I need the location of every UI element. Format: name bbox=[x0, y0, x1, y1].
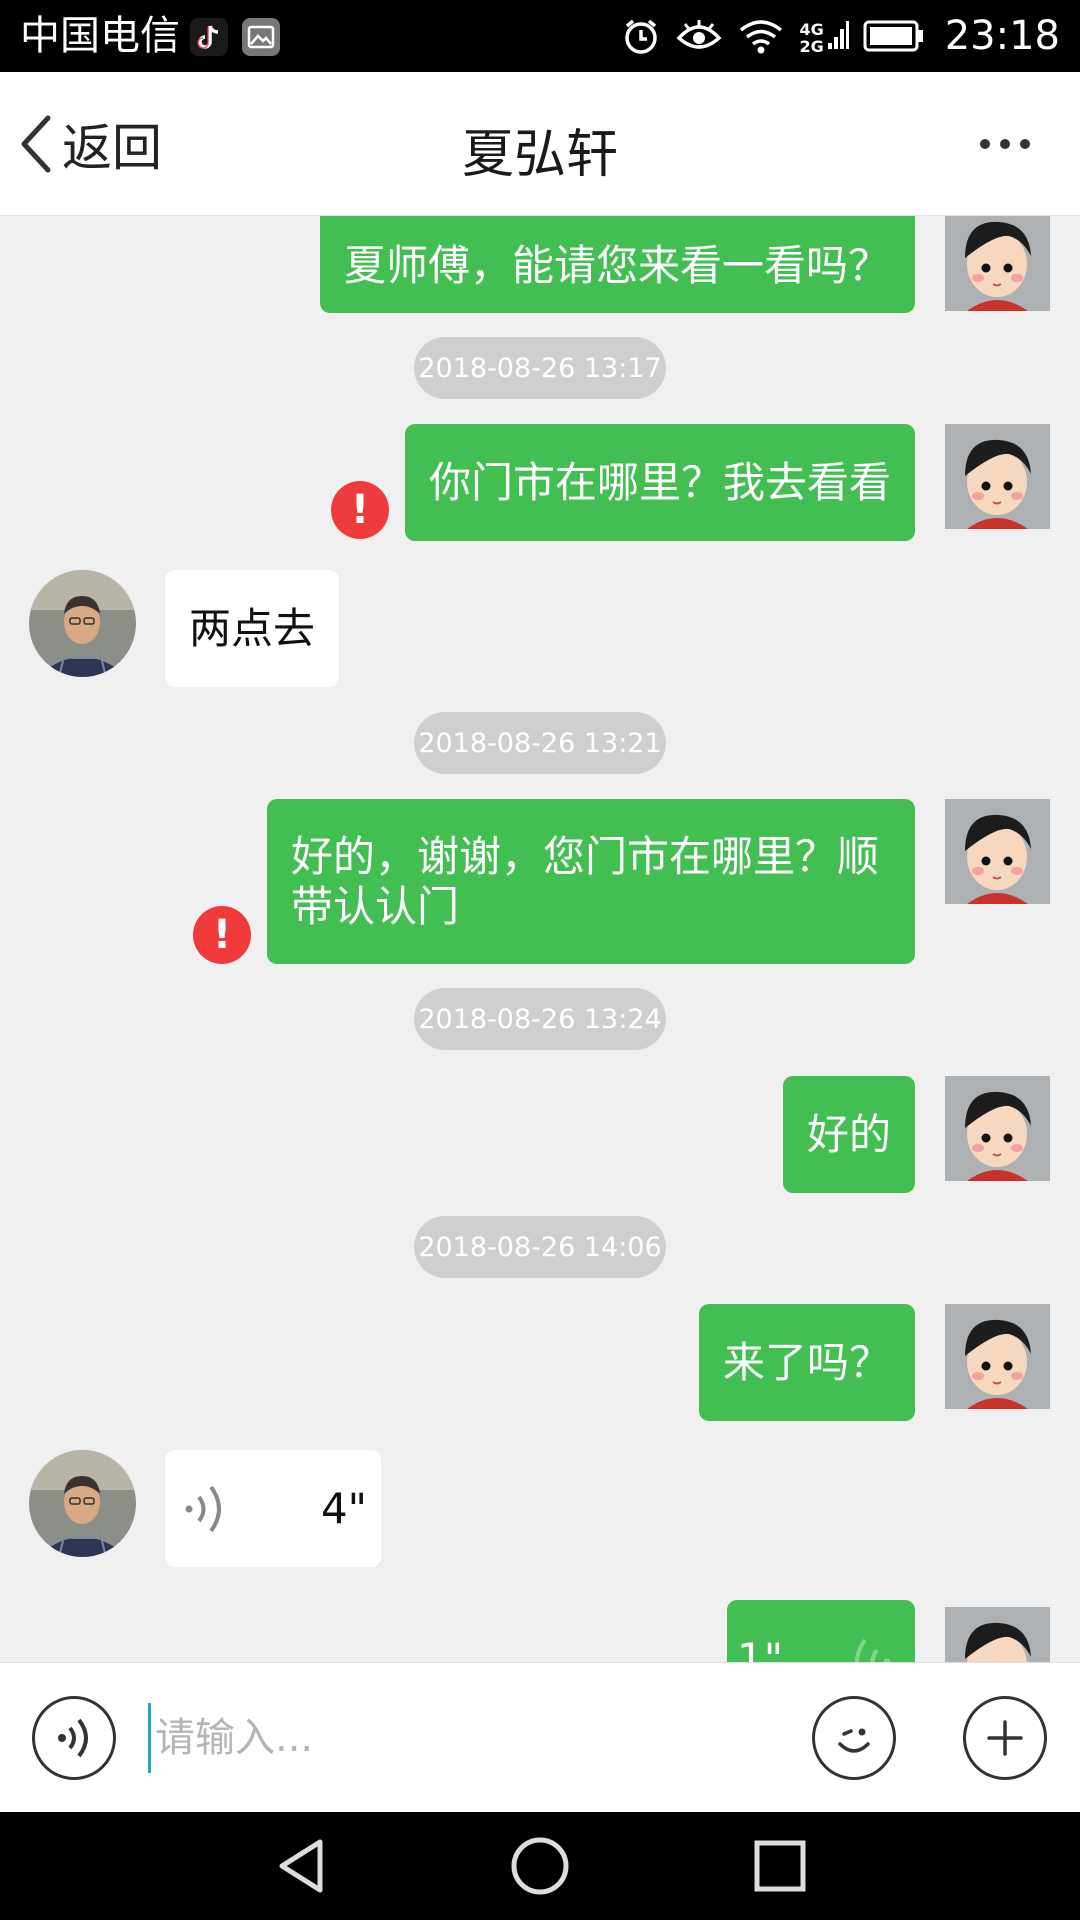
cartoon-avatar-image bbox=[945, 1076, 1050, 1181]
contact-photo-image bbox=[29, 570, 136, 677]
message-text: 你门市在哪里？我去看看 bbox=[429, 457, 892, 507]
message-text: 好的，谢谢，您门市在哪里？顺带认认门 bbox=[291, 831, 880, 931]
outgoing-message[interactable]: 夏师傅，能请您来看一看吗？ bbox=[320, 216, 915, 313]
cartoon-avatar-image bbox=[945, 1304, 1050, 1409]
timestamp: 2018-08-26 13:21 bbox=[414, 712, 666, 774]
voice-duration: 4" bbox=[320, 1483, 367, 1533]
self-avatar[interactable] bbox=[945, 1304, 1050, 1409]
message-input[interactable] bbox=[148, 1703, 788, 1773]
gallery-notification-icon bbox=[242, 18, 280, 56]
contact-photo-image bbox=[29, 1450, 136, 1557]
network-type: 4G 2G bbox=[799, 17, 849, 56]
alarm-icon bbox=[625, 19, 658, 54]
contact-avatar[interactable] bbox=[29, 570, 136, 677]
home-nav-icon bbox=[511, 1837, 569, 1895]
self-avatar[interactable] bbox=[945, 424, 1050, 529]
outgoing-message[interactable]: 你门市在哪里？我去看看 bbox=[405, 424, 915, 541]
voice-duration: 1" bbox=[737, 1634, 784, 1662]
error-mark: ! bbox=[350, 487, 370, 533]
clock: 23:18 bbox=[944, 13, 1060, 59]
carrier-label: 中国电信 bbox=[20, 13, 180, 59]
contact-avatar[interactable] bbox=[29, 1450, 136, 1557]
outgoing-message[interactable]: 来了吗？ bbox=[699, 1304, 915, 1421]
message-text: 夏师傅，能请您来看一看吗？ bbox=[344, 240, 891, 290]
cartoon-avatar-image bbox=[945, 424, 1050, 529]
recents-nav-icon bbox=[754, 1840, 806, 1892]
more-button[interactable] bbox=[970, 124, 1040, 164]
chat-header: 返回 夏弘轩 bbox=[0, 72, 1080, 216]
self-avatar[interactable] bbox=[945, 216, 1050, 311]
timestamp: 2018-08-26 14:06 bbox=[414, 1216, 666, 1278]
network-4g-label: 4G bbox=[799, 20, 824, 39]
plus-button[interactable] bbox=[963, 1696, 1047, 1780]
self-avatar[interactable] bbox=[945, 1076, 1050, 1181]
incoming-message[interactable]: 两点去 bbox=[165, 570, 339, 687]
status-bar: 中国电信 4G 2G 23:18 bbox=[0, 0, 1080, 72]
system-nav-bar bbox=[0, 1812, 1080, 1920]
cartoon-avatar-image bbox=[945, 799, 1050, 904]
eye-comfort-icon bbox=[676, 20, 722, 49]
cartoon-avatar-image bbox=[945, 216, 1050, 311]
error-icon[interactable]: ! bbox=[193, 906, 251, 964]
message-text: 两点去 bbox=[189, 603, 316, 653]
tiktok-notification-icon bbox=[190, 18, 228, 56]
self-avatar[interactable] bbox=[945, 1607, 1050, 1662]
outgoing-message[interactable]: 好的 bbox=[783, 1076, 915, 1193]
emoji-icon bbox=[838, 1728, 870, 1753]
timestamp: 2018-08-26 13:17 bbox=[414, 337, 666, 399]
more-icon bbox=[980, 139, 1030, 149]
signal-icon bbox=[827, 21, 849, 49]
timestamp: 2018-08-26 13:24 bbox=[414, 988, 666, 1050]
error-icon[interactable]: ! bbox=[331, 481, 389, 539]
home-nav-button[interactable] bbox=[508, 1834, 572, 1898]
voice-icon bbox=[58, 1718, 88, 1758]
wifi-icon bbox=[740, 20, 783, 54]
message-text: 好的 bbox=[807, 1109, 892, 1159]
status-icons: 4G 2G 23:18 bbox=[621, 10, 1060, 62]
self-avatar[interactable] bbox=[945, 799, 1050, 904]
recents-nav-button[interactable] bbox=[748, 1834, 812, 1898]
cartoon-avatar-image bbox=[945, 1607, 1050, 1662]
battery-icon bbox=[863, 20, 923, 52]
back-nav-button[interactable] bbox=[270, 1834, 334, 1898]
back-nav-icon bbox=[279, 1839, 323, 1893]
outgoing-message[interactable]: 好的，谢谢，您门市在哪里？顺带认认门 bbox=[267, 799, 915, 964]
plus-icon bbox=[987, 1720, 1023, 1756]
message-text: 来了吗？ bbox=[723, 1337, 892, 1387]
voice-wave-icon bbox=[855, 1638, 891, 1662]
input-bar bbox=[0, 1662, 1080, 1812]
error-mark: ! bbox=[212, 912, 232, 958]
message-list[interactable]: 夏师傅，能请您来看一看吗？ 2018-08-26 13:17 你门市在哪里？我去… bbox=[0, 216, 1080, 1662]
emoji-button[interactable] bbox=[812, 1696, 896, 1780]
voice-button[interactable] bbox=[32, 1696, 116, 1780]
network-2g-label: 2G bbox=[799, 37, 824, 56]
voice-wave-icon bbox=[185, 1485, 221, 1532]
outgoing-voice-message[interactable]: 1" bbox=[727, 1600, 915, 1662]
chat-title: 夏弘轩 bbox=[461, 125, 618, 185]
incoming-voice-message[interactable]: 4" bbox=[165, 1450, 381, 1567]
